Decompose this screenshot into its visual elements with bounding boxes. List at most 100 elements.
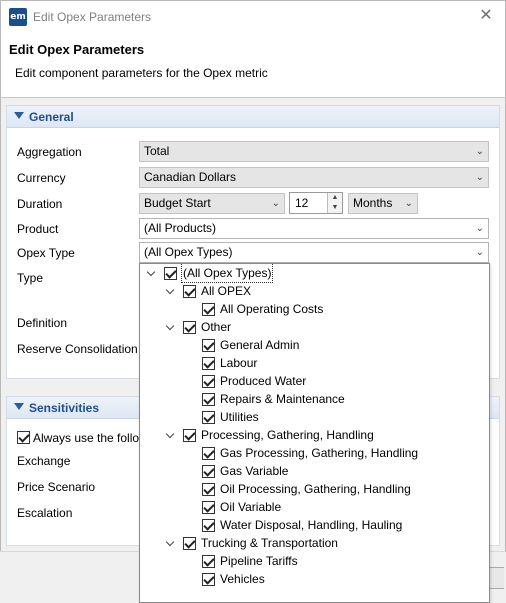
tree-node-oil-processing[interactable]: Oil Processing, Gathering, Handling: [140, 480, 489, 498]
checkbox-checked-icon[interactable]: [164, 267, 177, 280]
tree-node-labour[interactable]: Labour: [140, 354, 489, 372]
close-icon[interactable]: ✕: [477, 7, 495, 25]
general-section-header[interactable]: General: [7, 106, 499, 128]
tree-node-label: Repairs & Maintenance: [220, 392, 345, 406]
currency-select[interactable]: Canadian Dollars ⌄: [139, 167, 489, 188]
tree-node-oil-variable[interactable]: Oil Variable: [140, 498, 489, 516]
reserve-consolidation-label: Reserve Consolidation: [17, 342, 138, 356]
checkbox-checked-icon[interactable]: [202, 573, 215, 586]
tree-node-water-disposal[interactable]: Water Disposal, Handling, Hauling: [140, 516, 489, 534]
chevron-down-icon[interactable]: [147, 264, 157, 282]
chevron-down-icon[interactable]: [166, 534, 176, 552]
currency-value: Canadian Dollars: [144, 170, 237, 184]
sensitivities-section-title: Sensitivities: [29, 401, 100, 415]
tree-node-repairs-maintenance[interactable]: Repairs & Maintenance: [140, 390, 489, 408]
chevron-down-icon: ⌄: [475, 146, 484, 157]
tree-node-gas-variable[interactable]: Gas Variable: [140, 462, 489, 480]
dialog-subtitle: Edit component parameters for the Opex m…: [15, 66, 268, 80]
duration-start-value: Budget Start: [144, 196, 211, 210]
tree-node-label: All Operating Costs: [220, 302, 324, 316]
tree-node-label: Gas Processing, Gathering, Handling: [220, 446, 419, 460]
exchange-label: Exchange: [17, 454, 71, 468]
tree-node-utilities[interactable]: Utilities: [140, 408, 489, 426]
tree-node-label: Pipeline Tariffs: [220, 554, 298, 568]
checkbox-checked-icon[interactable]: [202, 501, 215, 514]
tree-node-gas-processing[interactable]: Gas Processing, Gathering, Handling: [140, 444, 489, 462]
price-scenario-label: Price Scenario: [17, 480, 96, 494]
tree-node-processing[interactable]: Processing, Gathering, Handling: [140, 426, 489, 444]
dialog-button-partial[interactable]: [488, 567, 504, 589]
checkbox-checked-icon[interactable]: [202, 447, 215, 460]
general-section-title: General: [29, 110, 74, 124]
product-value: (All Products): [144, 221, 217, 235]
tree-node-label: General Admin: [220, 338, 300, 352]
tree-node-other[interactable]: Other: [140, 318, 489, 336]
tree-node-label: (All Opex Types): [180, 264, 274, 283]
title-bar: em Edit Opex Parameters ✕: [0, 0, 506, 32]
tree-node-all-opex-types[interactable]: (All Opex Types): [140, 264, 489, 283]
tree-node-label: Processing, Gathering, Handling: [201, 428, 374, 442]
app-logo-icon: em: [9, 8, 27, 26]
checkbox-checked-icon[interactable]: [202, 483, 215, 496]
tree-node-pipeline-tariffs[interactable]: Pipeline Tariffs: [140, 552, 489, 570]
tree-node-produced-water[interactable]: Produced Water: [140, 372, 489, 390]
checkbox-checked-icon[interactable]: [202, 339, 215, 352]
opex-type-value: (All Opex Types): [144, 245, 233, 259]
tree-node-label: Gas Variable: [220, 464, 289, 478]
window-title: Edit Opex Parameters: [33, 10, 152, 24]
aggregation-select[interactable]: Total ⌄: [139, 141, 489, 162]
always-use-checkbox[interactable]: [17, 431, 30, 444]
definition-label: Definition: [17, 316, 68, 330]
tree-node-label: Oil Processing, Gathering, Handling: [220, 482, 411, 496]
tree-node-label: Produced Water: [220, 374, 307, 388]
checkbox-checked-icon[interactable]: [202, 465, 215, 478]
tree-node-all-operating-costs[interactable]: All Operating Costs: [140, 300, 489, 318]
tree-node-label: Labour: [220, 356, 258, 370]
checkbox-checked-icon[interactable]: [183, 321, 196, 334]
checkbox-checked-icon[interactable]: [202, 411, 215, 424]
spinner-down-icon[interactable]: ▼: [327, 203, 342, 213]
checkbox-checked-icon[interactable]: [183, 429, 196, 442]
aggregation-value: Total: [144, 144, 170, 158]
chevron-down-icon: ⌄: [475, 247, 484, 258]
duration-count-spinner[interactable]: 12 ▲ ▼: [289, 192, 343, 214]
type-label: Type: [17, 271, 44, 285]
chevron-down-icon[interactable]: [166, 318, 176, 336]
checkbox-checked-icon[interactable]: [183, 285, 196, 298]
spinner-up-icon[interactable]: ▲: [327, 193, 342, 203]
duration-count-value: 12: [295, 196, 309, 210]
chevron-down-icon[interactable]: [166, 426, 176, 444]
collapse-triangle-icon[interactable]: [14, 403, 24, 410]
duration-unit-value: Months: [353, 196, 393, 210]
checkbox-checked-icon[interactable]: [202, 357, 215, 370]
checkbox-checked-icon[interactable]: [202, 375, 215, 388]
currency-label: Currency: [17, 171, 66, 185]
checkbox-checked-icon[interactable]: [202, 519, 215, 532]
duration-label: Duration: [17, 197, 63, 211]
tree-node-general-admin[interactable]: General Admin: [140, 336, 489, 354]
checkbox-checked-icon[interactable]: [202, 303, 215, 316]
collapse-triangle-icon[interactable]: [14, 112, 24, 119]
duration-unit-select[interactable]: Months ⌄: [348, 193, 418, 214]
checkbox-checked-icon[interactable]: [202, 555, 215, 568]
dialog-header: Edit Opex Parameters Edit component para…: [0, 32, 506, 98]
checkbox-checked-icon[interactable]: [202, 393, 215, 406]
tree-node-all-opex[interactable]: All OPEX: [140, 282, 489, 300]
duration-start-select[interactable]: Budget Start ⌄: [139, 193, 285, 214]
aggregation-label: Aggregation: [17, 145, 82, 159]
always-use-label: Always use the follo: [33, 431, 140, 445]
tree-node-label: Other: [201, 320, 232, 334]
tree-node-vehicles[interactable]: Vehicles: [140, 570, 489, 588]
tree-node-label: All OPEX: [201, 284, 252, 298]
tree-node-label: Vehicles: [220, 572, 265, 586]
checkbox-checked-icon[interactable]: [183, 537, 196, 550]
product-select[interactable]: (All Products) ⌄: [139, 218, 489, 239]
chevron-down-icon[interactable]: [166, 282, 176, 300]
tree-node-trucking[interactable]: Trucking & Transportation: [140, 534, 489, 552]
opex-type-dropdown-tree: (All Opex Types) All OPEX All Operating …: [139, 263, 490, 603]
tree-node-label: Trucking & Transportation: [201, 536, 338, 550]
chevron-down-icon: ⌄: [475, 172, 484, 183]
product-label: Product: [17, 222, 59, 236]
opex-type-select[interactable]: (All Opex Types) ⌄: [139, 242, 489, 263]
chevron-down-icon: ⌄: [404, 198, 413, 209]
